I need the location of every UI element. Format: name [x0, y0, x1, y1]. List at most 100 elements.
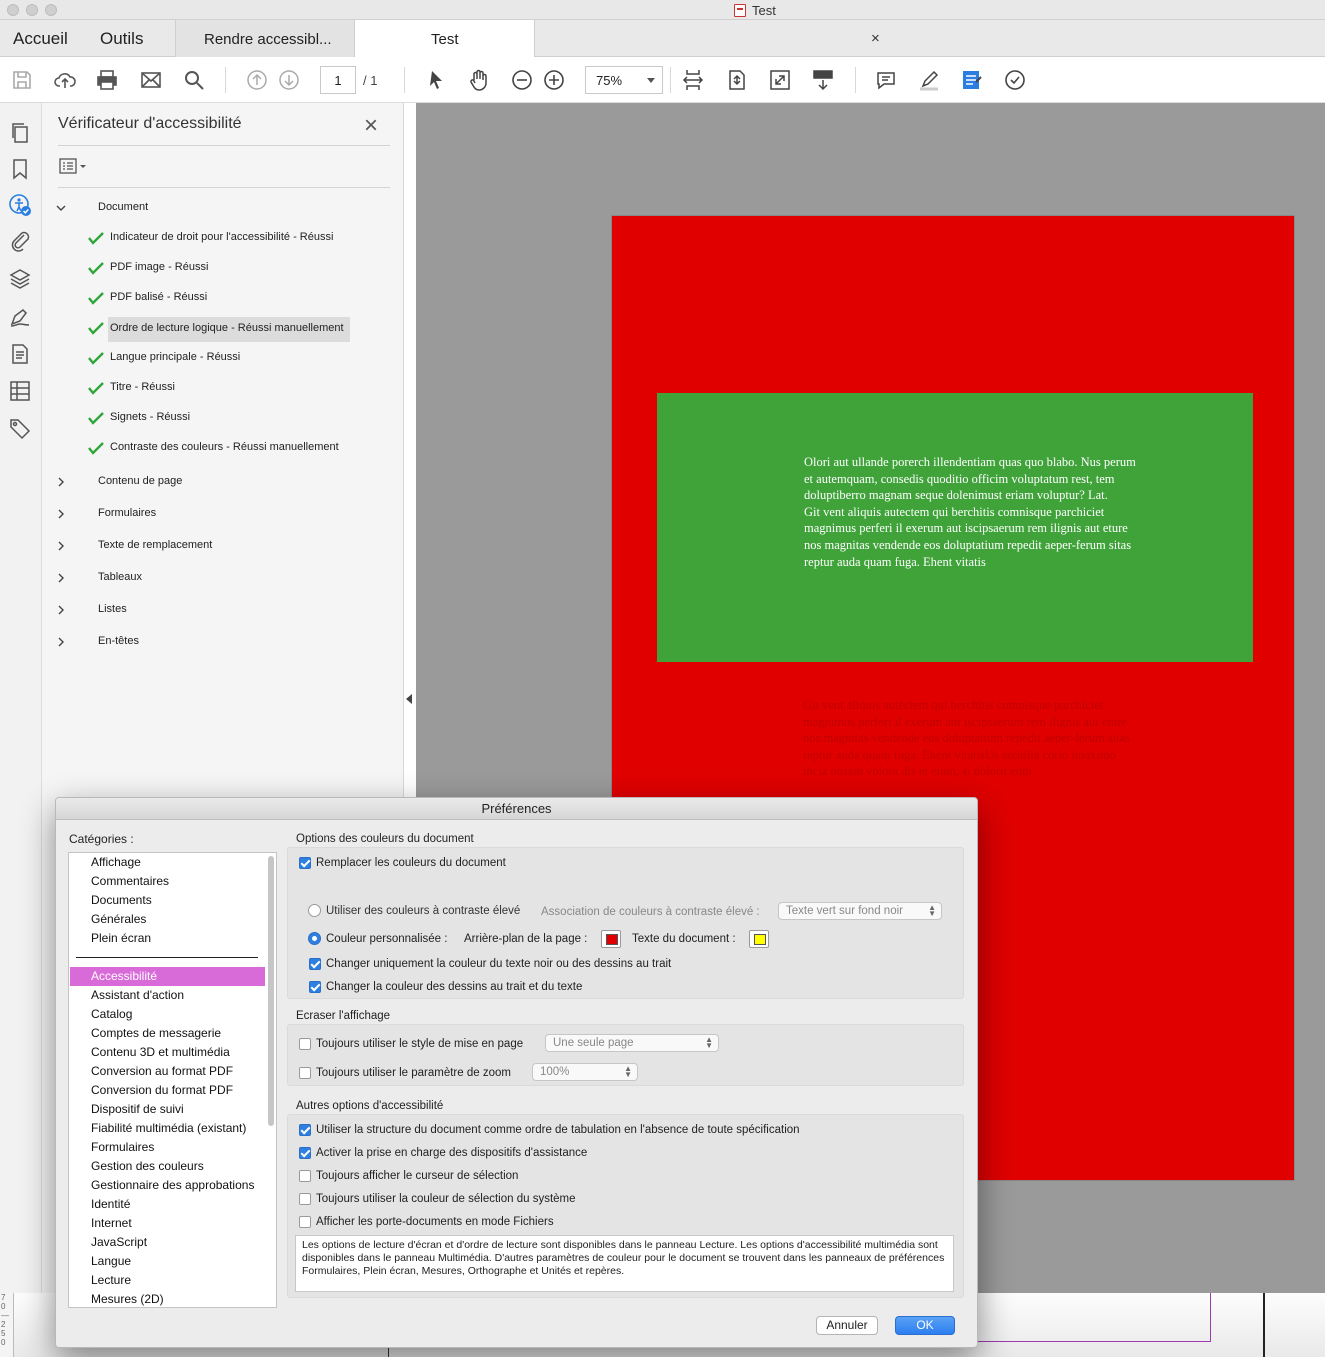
email-icon[interactable]	[137, 66, 165, 94]
chevron-right-icon[interactable]	[56, 605, 66, 615]
page-down-icon[interactable]	[275, 66, 303, 94]
category-item[interactable]: Affichage	[70, 853, 265, 872]
print-icon[interactable]	[93, 66, 121, 94]
accessibility-option-checkbox[interactable]	[299, 1124, 311, 1136]
tree-section-0[interactable]: Document	[98, 197, 148, 217]
category-item-active[interactable]: Accessibilité	[70, 967, 265, 986]
doc-tab-rendre[interactable]: Rendre accessibl...	[175, 20, 355, 57]
page-number-input[interactable]: 1	[320, 66, 356, 94]
pages-icon[interactable]	[8, 121, 32, 145]
accessibility-option-checkbox[interactable]	[299, 1193, 311, 1205]
order-icon[interactable]	[8, 379, 32, 403]
category-item[interactable]: Contenu 3D et multimédia	[70, 1043, 265, 1062]
scroll-mode-icon[interactable]	[809, 66, 837, 94]
tree-item[interactable]: PDF balisé - Réussi	[108, 287, 209, 307]
category-item[interactable]: Comptes de messagerie	[70, 1024, 265, 1043]
chevron-down-icon[interactable]	[56, 203, 66, 213]
page-layout-select[interactable]: Une seule page ▲ ▼	[545, 1034, 719, 1052]
chevron-right-icon[interactable]	[56, 541, 66, 551]
chevron-right-icon[interactable]	[56, 637, 66, 647]
tags-icon[interactable]	[8, 417, 32, 441]
line-art-checkbox[interactable]	[309, 981, 321, 993]
categories-list[interactable]: Affichage Commentaires Documents Générales P…	[68, 852, 277, 1308]
bookmark-icon[interactable]	[8, 157, 32, 181]
tree-item[interactable]: Indicateur de droit pour l'accessibilité…	[108, 227, 335, 247]
zoom-in-icon[interactable]	[540, 66, 568, 94]
tree-item[interactable]: Signets - Réussi	[108, 407, 192, 427]
tree-section-1[interactable]: Contenu de page	[98, 471, 182, 491]
tab-home[interactable]: Accueil	[13, 29, 68, 49]
accessibility-option-checkbox[interactable]	[299, 1170, 311, 1182]
tree-section-3[interactable]: Texte de remplacement	[98, 535, 212, 555]
category-item[interactable]: Internet	[70, 1214, 265, 1233]
comment-icon[interactable]	[872, 66, 900, 94]
category-item[interactable]: Générales	[70, 910, 265, 929]
category-item[interactable]: Conversion au format PDF	[70, 1062, 265, 1081]
fullscreen-icon[interactable]	[766, 66, 794, 94]
fill-sign-icon[interactable]	[958, 66, 986, 94]
tree-item[interactable]: Langue principale - Réussi	[108, 347, 242, 367]
high-contrast-radio[interactable]	[308, 904, 321, 917]
category-item[interactable]: Mesures (2D)	[70, 1290, 265, 1307]
select-arrow-icon[interactable]	[422, 66, 450, 94]
close-icon[interactable]: ×	[364, 112, 378, 140]
category-item[interactable]: Conversion du format PDF	[70, 1081, 265, 1100]
close-window-button[interactable]	[7, 4, 19, 16]
replace-colors-checkbox[interactable]	[299, 857, 311, 869]
accessibility-option-checkbox[interactable]	[299, 1216, 311, 1228]
category-item[interactable]: Identité	[70, 1195, 265, 1214]
tab-tools[interactable]: Outils	[100, 29, 143, 49]
custom-color-radio[interactable]	[308, 932, 321, 945]
collapse-panel-icon[interactable]	[406, 694, 412, 704]
fit-width-icon[interactable]	[679, 66, 707, 94]
chevron-right-icon[interactable]	[56, 573, 66, 583]
tree-section-2[interactable]: Formulaires	[98, 503, 156, 523]
close-tab-icon[interactable]: ×	[871, 30, 880, 47]
hand-icon[interactable]	[465, 66, 493, 94]
tree-item[interactable]: Ordre de lecture logique - Réussi manuel…	[108, 317, 350, 342]
doc-tab-test[interactable]: Test ×	[355, 20, 880, 58]
upload-cloud-icon[interactable]	[51, 66, 79, 94]
chevron-right-icon[interactable]	[56, 509, 66, 519]
document-text-swatch[interactable]	[749, 930, 769, 948]
accessibility-option-checkbox[interactable]	[299, 1147, 311, 1159]
content-icon[interactable]	[8, 342, 32, 366]
tree-section-4[interactable]: Tableaux	[98, 567, 142, 587]
category-item[interactable]: Documents	[70, 891, 265, 910]
page-up-icon[interactable]	[243, 66, 271, 94]
category-item[interactable]: Commentaires	[70, 872, 265, 891]
tree-section-5[interactable]: Listes	[98, 599, 127, 619]
category-item[interactable]: Fiabilité multimédia (existant)	[70, 1119, 265, 1138]
tree-item[interactable]: PDF image - Réussi	[108, 257, 210, 277]
tree-item[interactable]: Contraste des couleurs - Réussi manuelle…	[108, 437, 341, 457]
check-circle-icon[interactable]	[1001, 66, 1029, 94]
category-item[interactable]: Plein écran	[70, 929, 265, 948]
zoom-window-button[interactable]	[45, 4, 57, 16]
options-menu-button[interactable]	[58, 157, 90, 177]
category-item[interactable]: Assistant d'action	[70, 986, 265, 1005]
category-item[interactable]: Gestionnaire des approbations	[70, 1176, 265, 1195]
page-layout-checkbox[interactable]	[299, 1038, 311, 1050]
zoom-setting-select[interactable]: 100% ▲ ▼	[532, 1063, 638, 1081]
zoom-out-icon[interactable]	[508, 66, 536, 94]
save-icon[interactable]	[8, 66, 36, 94]
tree-section-6[interactable]: En-têtes	[98, 631, 139, 651]
highlight-icon[interactable]	[915, 66, 943, 94]
category-item[interactable]: Lecture	[70, 1271, 265, 1290]
category-item[interactable]: Formulaires	[70, 1138, 265, 1157]
contrast-association-select[interactable]: Texte vert sur fond noir ▲ ▼	[778, 902, 942, 920]
signature-icon[interactable]	[8, 305, 32, 329]
zoom-setting-checkbox[interactable]	[299, 1067, 311, 1079]
tree-item[interactable]: Titre - Réussi	[108, 377, 177, 397]
category-item[interactable]: Langue	[70, 1252, 265, 1271]
category-item[interactable]: Dispositif de suivi	[70, 1100, 265, 1119]
cancel-button[interactable]: Annuler	[816, 1316, 878, 1335]
minimize-window-button[interactable]	[26, 4, 38, 16]
zoom-select[interactable]: 75%	[585, 66, 663, 94]
category-item[interactable]: Gestion des couleurs	[70, 1157, 265, 1176]
category-item[interactable]: JavaScript	[70, 1233, 265, 1252]
only-black-checkbox[interactable]	[309, 958, 321, 970]
fit-page-icon[interactable]	[723, 66, 751, 94]
search-icon[interactable]	[180, 66, 208, 94]
categories-scrollbar[interactable]	[268, 856, 274, 1126]
